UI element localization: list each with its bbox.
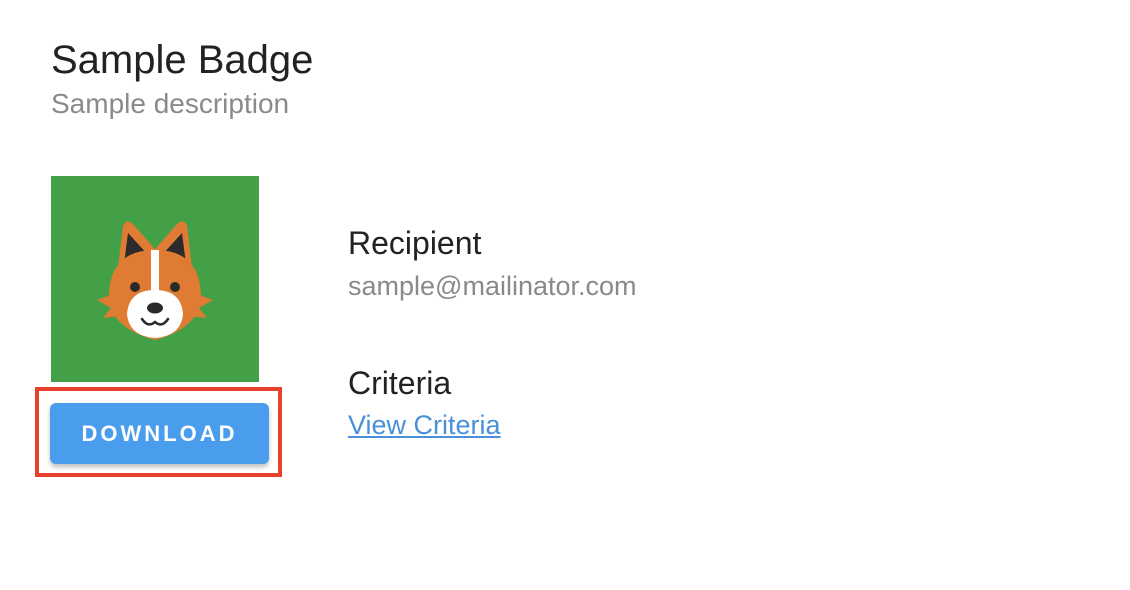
view-criteria-link[interactable]: View Criteria (348, 409, 501, 441)
badge-title: Sample Badge (51, 38, 314, 82)
badge-description: Sample description (51, 88, 290, 119)
download-button[interactable]: DOWNLOAD (50, 403, 269, 464)
recipient-email: sample@mailinator.com (348, 271, 637, 301)
badge-page: Sample Badge Sample description DOWNLOAD… (0, 0, 1130, 590)
corgi-dog-icon (97, 221, 213, 340)
criteria-label: Criteria (348, 365, 452, 401)
recipient-label: Recipient (348, 225, 482, 261)
badge-image (51, 176, 259, 382)
